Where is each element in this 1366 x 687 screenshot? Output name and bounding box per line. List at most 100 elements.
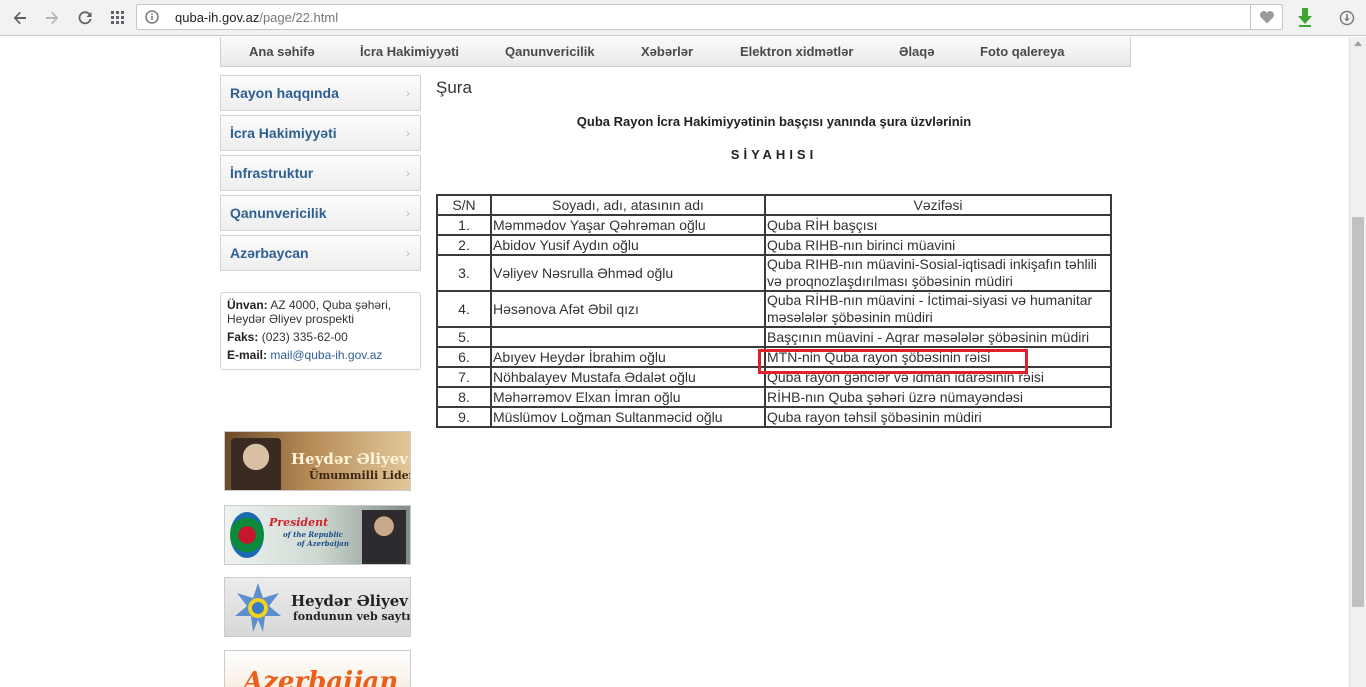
heydar-aliyev-fund-banner[interactable]: Heydər Əliyev fondunun veb saytı [224, 577, 411, 637]
member-name: Məhərrəmov Elxan İmran oğlu [490, 386, 766, 408]
chevron-right-icon: › [406, 166, 410, 180]
row-number: 3. [436, 254, 492, 292]
banner-subtitle: of the Republic [283, 530, 344, 539]
banner-subtitle: fondunun veb saytı [293, 610, 411, 623]
table-row: 3. Vəliyev Nəsrulla Əhməd oğlu Quba RIHB… [436, 254, 1112, 292]
banner-title: Heydər Əliyev [291, 592, 409, 610]
member-position: Quba RİH başçısı [764, 214, 1112, 236]
back-icon[interactable] [8, 6, 32, 30]
member-position: Quba rayon təhsil şöbəsinin müdiri [764, 406, 1112, 428]
banner-title: Heydər Əliyev [291, 450, 409, 468]
page-title: Şura [436, 78, 472, 97]
member-name: Abidov Yusif Aydın oğlu [490, 234, 766, 256]
banner-title: President [269, 516, 329, 529]
table-row: 2. Abidov Yusif Aydın oğlu Quba RIHB-nın… [436, 234, 1112, 256]
url-path: /page/22.html [259, 10, 339, 25]
row-number: 8. [436, 386, 492, 408]
member-position: RİHB-nın Quba şəhəri üzrə nümayəndəsi [764, 386, 1112, 408]
sidebar-item-label: İnfrastruktur [230, 165, 314, 181]
contact-box: Ünvan: AZ 4000, Quba şəhəri, Heydər Əliy… [220, 292, 421, 370]
page-info-icon[interactable] [145, 10, 159, 24]
table-row: 9. Müslümov Loğman Sultanməcid oğlu Quba… [436, 406, 1112, 428]
address-bar[interactable]: quba-ih.gov.az/page/22.html [136, 4, 1283, 30]
table-row: 4. Həsənova Afət Əbil qızı Quba RİHB-nın… [436, 290, 1112, 328]
sidebar-item-label: Qanunvericilik [230, 205, 327, 221]
sidebar-item-qanunvericilik[interactable]: Qanunvericilik › [220, 195, 421, 231]
sidebar-item-label: Rayon haqqında [230, 85, 339, 101]
apps-grid-icon[interactable] [106, 6, 130, 30]
nav-qanunvericilik[interactable]: Qanunvericilik [505, 44, 595, 59]
member-position: Quba RIHB-nın birinci müavini [764, 234, 1112, 256]
banner-subtitle: of Azerbaijan [297, 539, 349, 548]
president-banner[interactable]: President of the Republic of Azerbaijan [224, 505, 411, 565]
column-header-name: Soyadı, adı, atasının adı [490, 194, 766, 216]
vertical-scrollbar[interactable] [1349, 37, 1366, 687]
sidebar-item-label: Azərbaycan [230, 245, 309, 261]
row-number: 9. [436, 406, 492, 428]
chevron-right-icon: › [406, 246, 410, 260]
nav-elaqe[interactable]: Əlaqə [899, 44, 934, 59]
row-number: 5. [436, 326, 492, 348]
member-position: Quba RİHB-nın müavini - İctimai-siyasi v… [764, 290, 1112, 328]
row-number: 7. [436, 366, 492, 388]
row-number: 1. [436, 214, 492, 236]
fund-emblem-icon [233, 582, 283, 634]
browser-toolbar: quba-ih.gov.az/page/22.html [0, 0, 1366, 36]
banner-subtitle: Ümummilli Lider [309, 469, 411, 482]
main-navigation: Ana səhifə İcra Hakimiyyəti Qanunvericil… [220, 37, 1131, 67]
chevron-right-icon: › [406, 86, 410, 100]
row-number: 4. [436, 290, 492, 328]
member-name: Həsənova Afət Əbil qızı [490, 290, 766, 328]
list-heading: Quba Rayon İcra Hakimiyyətinin başçısı y… [576, 114, 972, 129]
reload-icon[interactable] [73, 6, 97, 30]
sidebar-item-label: İcra Hakimiyyəti [230, 125, 337, 141]
highlight-box [758, 349, 1028, 374]
sidebar-item-rayon-haqqinda[interactable]: Rayon haqqında › [220, 75, 421, 111]
address-line: Ünvan: AZ 4000, Quba şəhəri, Heydər Əliy… [227, 298, 414, 326]
nav-foto-qalereya[interactable]: Foto qalereya [980, 44, 1065, 59]
url-host: quba-ih.gov.az [175, 10, 260, 25]
fax-value: (023) 335-62-00 [261, 330, 348, 344]
member-name: Məmmədov Yaşar Qəhrəman oğlu [490, 214, 766, 236]
table-row: 1. Məmmədov Yaşar Qəhrəman oğlu Quba RİH… [436, 214, 1112, 236]
member-name: Müslümov Loğman Sultanməcid oğlu [490, 406, 766, 428]
row-number: 2. [436, 234, 492, 256]
address-label: Ünvan: [227, 298, 268, 312]
fax-label: Faks: [227, 330, 259, 344]
nav-icra-hakimiyyeti[interactable]: İcra Hakimiyyəti [360, 44, 459, 59]
chevron-right-icon: › [406, 126, 410, 140]
scroll-up-icon[interactable] [1354, 41, 1362, 46]
fax-line: Faks: (023) 335-62-00 [227, 330, 414, 344]
emblem-icon [230, 512, 264, 558]
email-line: E-mail: mail@quba-ih.gov.az [227, 348, 414, 362]
download-extension-icon[interactable] [1293, 6, 1317, 30]
row-number: 6. [436, 346, 492, 368]
table-row: 5. Başçının müavini - Aqrar məsələlər şö… [436, 326, 1112, 348]
table-row: 8. Məhərrəmov Elxan İmran oğlu RİHB-nın … [436, 386, 1112, 408]
email-link[interactable]: mail@quba-ih.gov.az [270, 348, 382, 362]
table-header-row: S/N Soyadı, adı, atasının adı Vəzifəsi [436, 194, 1112, 216]
member-name: Vəliyev Nəsrulla Əhməd oğlu [490, 254, 766, 292]
sidebar-item-azerbaycan[interactable]: Azərbaycan › [220, 235, 421, 271]
member-name: Abıyev Heydər İbrahim oğlu [490, 346, 766, 368]
column-header-sn: S/N [436, 194, 492, 216]
sidebar-item-infrastruktur[interactable]: İnfrastruktur › [220, 155, 421, 191]
bookmark-heart-icon[interactable] [1250, 5, 1282, 29]
member-name: Nöhbalayev Mustafa Ədalət oğlu [490, 366, 766, 388]
email-label: E-mail: [227, 348, 268, 362]
download-status-icon[interactable] [1335, 6, 1359, 30]
list-subheading: SİYAHISI [730, 147, 818, 162]
member-position: Başçının müavini - Aqrar məsələlər şöbəs… [764, 326, 1112, 348]
nav-ana-sehife[interactable]: Ana səhifə [249, 44, 315, 59]
url-text: quba-ih.gov.az/page/22.html [175, 10, 338, 25]
portrait-image [231, 438, 281, 490]
members-table: S/N Soyadı, adı, atasının adı Vəzifəsi 1… [436, 194, 1112, 428]
nav-elektron-xidmetler[interactable]: Elektron xidmətlər [740, 44, 853, 59]
azerbaijan-banner[interactable]: Azerbaijan [224, 650, 411, 687]
nav-xeberler[interactable]: Xəbərlər [641, 44, 693, 59]
member-position: Quba RIHB-nın müavini-Sosial-iqtisadi in… [764, 254, 1112, 292]
forward-icon[interactable] [40, 6, 64, 30]
heydar-aliyev-banner[interactable]: Heydər Əliyev Ümummilli Lider [224, 431, 411, 491]
scrollbar-thumb[interactable] [1352, 217, 1364, 607]
sidebar-item-icra-hakimiyyeti[interactable]: İcra Hakimiyyəti › [220, 115, 421, 151]
